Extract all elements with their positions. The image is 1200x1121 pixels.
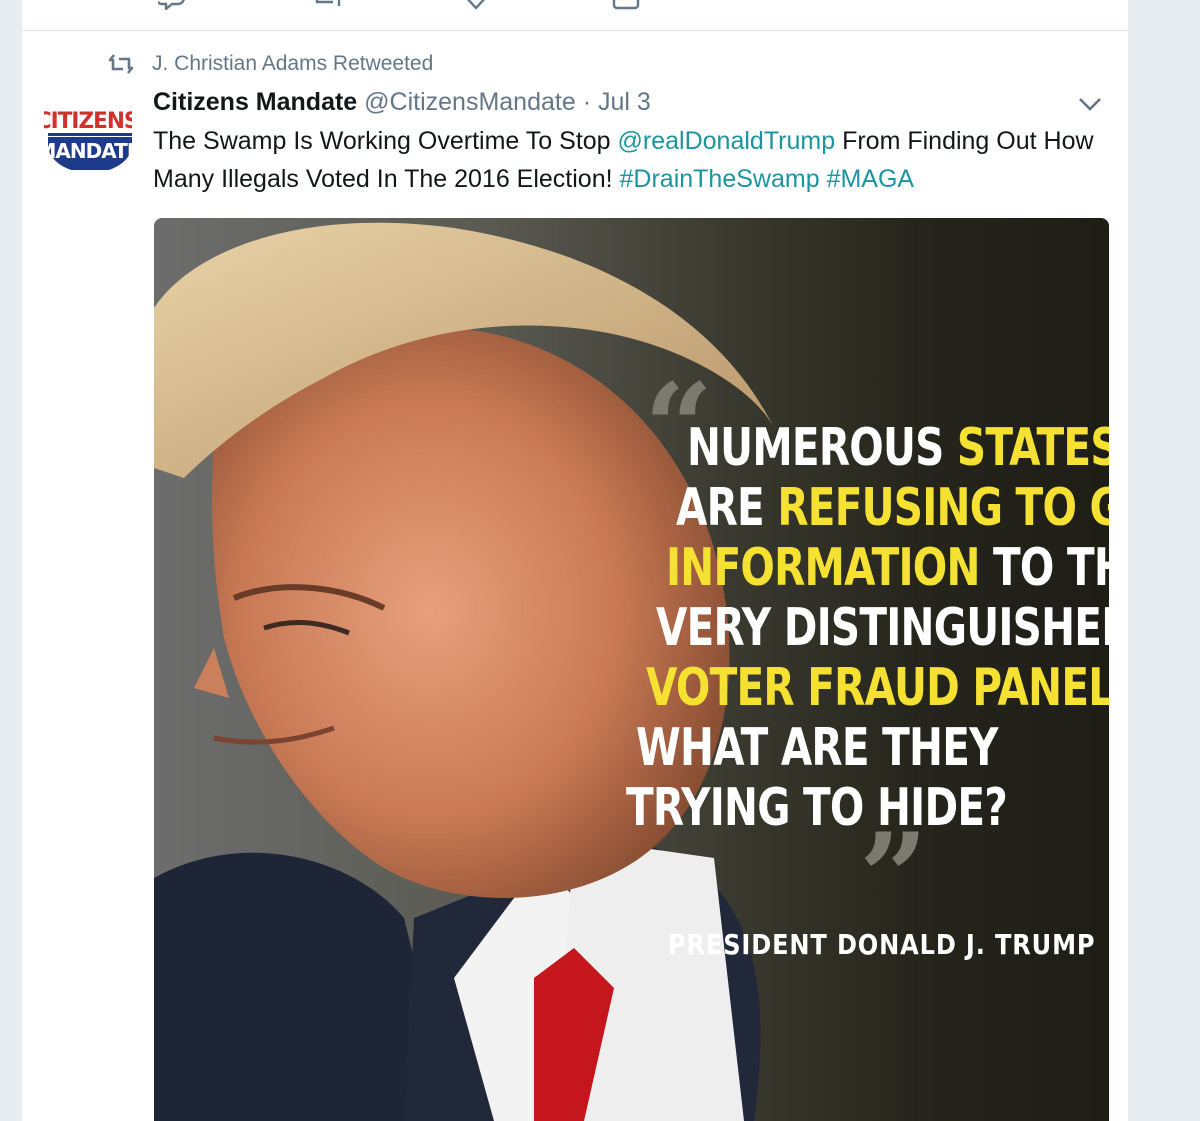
tweet-text-space [820, 165, 827, 193]
avatar-line-1: CITIZENS [44, 109, 132, 134]
quote-attribution: PRESIDENT DONALD J. TRUMP [668, 928, 1096, 961]
quote-line: VOTER FRAUD PANEL. [646, 658, 1109, 718]
author-name[interactable]: Citizens Mandate [153, 88, 357, 116]
like-icon[interactable] [462, 0, 490, 10]
quote-line: INFORMATION TO THE [666, 538, 1109, 598]
quote-line: TRYING TO HIDE? [626, 778, 1008, 838]
reply-icon[interactable] [158, 0, 186, 10]
tweet-divider [22, 30, 1128, 31]
chevron-down-icon[interactable] [1078, 96, 1102, 112]
retweet-context[interactable]: J. Christian Adams Retweeted [108, 50, 433, 78]
tweet-text: The Swamp Is Working Overtime To Stop @r… [153, 122, 1103, 198]
retweet-label: J. Christian Adams Retweeted [152, 52, 434, 75]
hashtag-link[interactable]: #MAGA [827, 165, 915, 193]
separator-dot: · [582, 88, 592, 116]
mention-link[interactable]: @realDonaldTrump [618, 127, 836, 155]
retweet-icon[interactable] [314, 0, 342, 10]
timeline-card: J. Christian Adams Retweeted CITIZENS MA… [22, 0, 1128, 1121]
hashtag-link[interactable]: #DrainTheSwamp [620, 165, 820, 193]
quote-line: ARE REFUSING TO GIVE [676, 478, 1109, 538]
tweet-header: Citizens Mandate @CitizensMandate · Jul … [153, 88, 1113, 124]
tweet-date[interactable]: Jul 3 [598, 88, 651, 116]
dm-icon[interactable] [612, 0, 640, 10]
quote-line: NUMEROUS STATES [687, 418, 1109, 478]
previous-tweet-actions [22, 0, 1128, 30]
quote-line: WHAT ARE THEY [636, 718, 998, 778]
tweet-image[interactable]: “ ” NUMEROUS STATES ARE REFUSING TO GIVE… [154, 218, 1109, 1121]
avatar[interactable]: CITIZENS MANDATE [44, 100, 132, 170]
author-handle[interactable]: @CitizensMandate [364, 88, 576, 116]
quote-line: VERY DISTINGUISHED [656, 598, 1109, 658]
tweet-text-part: The Swamp Is Working Overtime To Stop [153, 127, 618, 155]
avatar-line-2: MANDATE [44, 139, 132, 163]
retweet-icon [108, 54, 134, 74]
